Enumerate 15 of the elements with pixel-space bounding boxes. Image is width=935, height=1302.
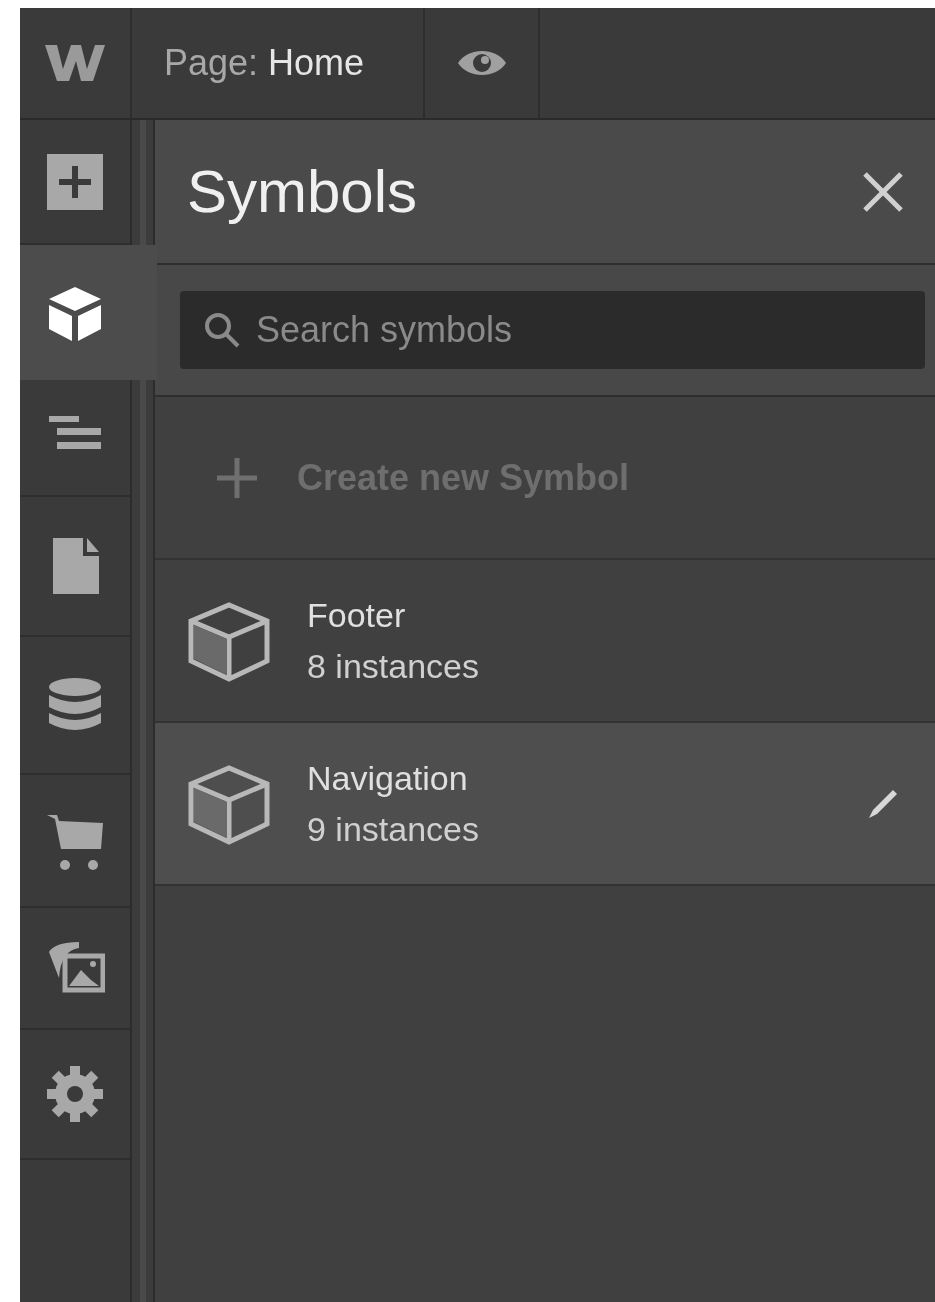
instance-count: 9 instances	[307, 808, 480, 850]
page-name: Home	[268, 41, 365, 85]
settings-icon	[45, 1064, 105, 1124]
plus-icon	[215, 455, 259, 500]
panel-title: Symbols	[187, 156, 418, 227]
close-icon[interactable]	[861, 169, 905, 214]
symbol-row[interactable]: Navigation 9 instances	[155, 723, 935, 886]
page-label: Page:	[164, 41, 259, 85]
instance-count: 8 instances	[307, 645, 480, 687]
symbol-name: Navigation	[307, 757, 469, 799]
search-icon	[202, 310, 242, 350]
symbol-name: Footer	[307, 594, 407, 636]
sidebar-tab[interactable]	[20, 245, 157, 380]
search-field[interactable]: Search symbols	[180, 291, 925, 369]
add-icon	[45, 151, 105, 212]
